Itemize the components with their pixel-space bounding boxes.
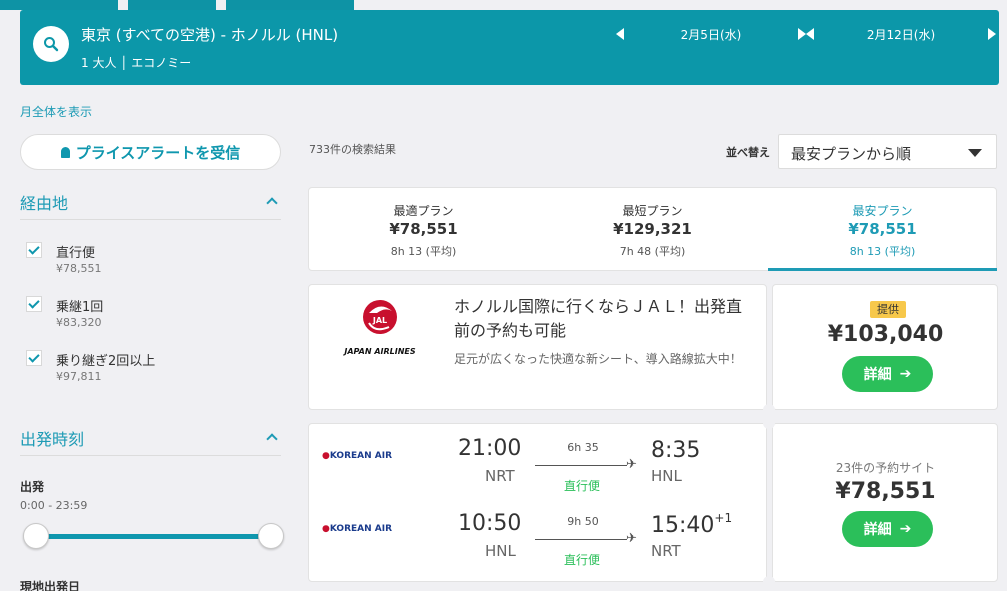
flight-line bbox=[535, 539, 627, 540]
stop-price: ¥97,811 bbox=[56, 370, 102, 383]
stops-section-title[interactable]: 経由地 bbox=[20, 190, 68, 214]
stop-price: ¥78,551 bbox=[56, 262, 102, 275]
arrow-right-icon: ➔ bbox=[899, 366, 912, 382]
depart-time-label: 出発 bbox=[20, 480, 45, 494]
outbound-duration: 6h 35 bbox=[567, 441, 599, 454]
price-alert-label: プライスアラートを受信 bbox=[75, 143, 241, 162]
passenger-class-text: 1 大人 │ エコノミー bbox=[81, 56, 192, 70]
tab-shortest[interactable]: 最短プラン ¥129,321 7h 48 (平均) bbox=[538, 188, 767, 271]
slider-handle-max[interactable] bbox=[258, 523, 284, 549]
depart-date-picker: 2月5日(水) bbox=[616, 24, 806, 46]
inbound-duration: 9h 50 bbox=[567, 515, 599, 528]
outbound-arrive-time: 8:35 bbox=[651, 438, 701, 463]
active-tab-indicator bbox=[768, 268, 997, 271]
inbound-arrive-time: 15:40+1 bbox=[651, 511, 733, 538]
inbound-depart-airport: HNL bbox=[485, 542, 516, 560]
inbound-stop-type: 直行便 bbox=[563, 553, 600, 567]
price-alert-button[interactable]: プライスアラートを受信 bbox=[20, 134, 281, 170]
jal-logo: JAL JAPAN AIRLINES bbox=[329, 299, 431, 359]
next-return-date-icon[interactable] bbox=[988, 28, 996, 40]
inbound-arrive-airport: NRT bbox=[651, 542, 681, 560]
depart-time-range: 0:00 - 23:59 bbox=[20, 499, 88, 512]
ticket-notch bbox=[763, 576, 775, 588]
sort-dropdown[interactable]: 最安プランから順 bbox=[778, 134, 997, 169]
detail-button-label: 詳細 bbox=[863, 367, 892, 383]
next-depart-date-icon[interactable] bbox=[798, 28, 806, 40]
ad-subtitle: 足元が広くなった快適な新シート、導入路線拡大中！ bbox=[454, 352, 742, 366]
ad-detail-button[interactable]: 詳細 ➔ bbox=[842, 356, 933, 392]
chevron-up-icon[interactable] bbox=[266, 433, 278, 445]
top-tab-strip bbox=[0, 0, 1007, 10]
sponsored-badge: 提供 bbox=[870, 301, 906, 318]
slider-handle-min[interactable] bbox=[23, 523, 49, 549]
depart-time-slider[interactable] bbox=[35, 534, 271, 539]
bell-icon bbox=[60, 146, 70, 158]
checkbox[interactable] bbox=[26, 242, 42, 258]
outbound-depart-airport: NRT bbox=[485, 467, 515, 485]
stop-label: 乗継1回 bbox=[56, 300, 104, 315]
tab-name: 最適プラン bbox=[393, 204, 454, 218]
ad-price: ¥103,040 bbox=[827, 322, 944, 347]
local-departure-label: 現地出発日 bbox=[20, 580, 81, 591]
tab-name: 最安プラン bbox=[852, 204, 913, 218]
stop-label: 直行便 bbox=[56, 246, 96, 261]
ad-card-left[interactable]: JAL JAPAN AIRLINES ホノルル国際に行くならＪＡＬ！出発直前の予… bbox=[308, 284, 767, 410]
result-count: 733件の検索結果 bbox=[309, 143, 396, 156]
tab-best[interactable]: 最適プラン ¥78,551 8h 13 (平均) bbox=[309, 188, 538, 271]
tab-price: ¥129,321 bbox=[613, 220, 692, 238]
tab-price: ¥78,551 bbox=[389, 220, 458, 238]
stop-label: 乗り継ぎ2回以上 bbox=[56, 354, 156, 369]
route-text: 東京 (すべての空港) - ホノルル (HNL) bbox=[81, 26, 339, 44]
checkbox[interactable] bbox=[26, 296, 42, 312]
booking-sites-count: 23件の予約サイト bbox=[835, 461, 936, 475]
outbound-arrive-airport: HNL bbox=[651, 467, 682, 485]
flight-line bbox=[535, 465, 627, 466]
tab-duration: 8h 13 (平均) bbox=[849, 245, 916, 258]
plan-tabs: 最適プラン ¥78,551 8h 13 (平均) 最短プラン ¥129,321 … bbox=[308, 187, 997, 271]
inbound-depart-time: 10:50 bbox=[458, 511, 522, 536]
outbound-stop-type: 直行便 bbox=[563, 479, 600, 493]
ad-title[interactable]: ホノルル国際に行くならＪＡＬ！出発直前の予約も可能 bbox=[454, 295, 754, 343]
top-tab-cars[interactable] bbox=[226, 0, 354, 10]
chevron-up-icon[interactable] bbox=[266, 197, 278, 209]
stop-price: ¥83,320 bbox=[56, 316, 102, 329]
times-section-title[interactable]: 出発時刻 bbox=[20, 426, 84, 450]
jal-logo-text: JAPAN AIRLINES bbox=[342, 347, 416, 356]
sort-value: 最安プランから順 bbox=[791, 145, 912, 163]
divider bbox=[20, 455, 281, 456]
arrow-right-icon: ➔ bbox=[899, 521, 912, 537]
airline-logo-inbound: ●KOREAN AIR bbox=[322, 524, 393, 534]
sort-label: 並べ替え bbox=[726, 146, 770, 159]
ticket-notch bbox=[763, 404, 775, 416]
flight-detail-button[interactable]: 詳細 ➔ bbox=[842, 511, 933, 547]
plane-icon: ✈ bbox=[626, 531, 637, 546]
top-tab-flights[interactable] bbox=[0, 0, 118, 10]
return-date-picker: 2月12日(水) bbox=[806, 24, 996, 46]
tab-cheapest[interactable]: 最安プラン ¥78,551 8h 13 (平均) bbox=[768, 188, 997, 271]
tab-name: 最短プラン bbox=[622, 204, 683, 218]
detail-button-label: 詳細 bbox=[863, 522, 892, 538]
plane-icon: ✈ bbox=[626, 457, 637, 472]
flight-price: ¥78,551 bbox=[835, 479, 936, 504]
depart-date[interactable]: 2月5日(水) bbox=[616, 26, 806, 43]
ticket-notch bbox=[763, 417, 775, 429]
jal-mark-text: JAL bbox=[372, 316, 387, 325]
tab-duration: 7h 48 (平均) bbox=[619, 245, 686, 258]
return-date[interactable]: 2月12日(水) bbox=[806, 26, 996, 43]
checkbox[interactable] bbox=[26, 350, 42, 366]
divider bbox=[20, 219, 281, 220]
outbound-depart-time: 21:00 bbox=[458, 436, 522, 461]
show-whole-month-link[interactable]: 月全体を表示 bbox=[20, 103, 92, 120]
tab-duration: 8h 13 (平均) bbox=[390, 245, 457, 258]
top-tab-hotels[interactable] bbox=[128, 0, 216, 10]
tab-price: ¥78,551 bbox=[848, 220, 917, 238]
search-icon[interactable] bbox=[33, 26, 69, 62]
airline-logo-outbound: ●KOREAN AIR bbox=[322, 451, 393, 461]
caret-down-icon bbox=[968, 149, 982, 157]
search-summary-bar[interactable]: 東京 (すべての空港) - ホノルル (HNL) 1 大人 │ エコノミー 2月… bbox=[20, 10, 999, 85]
